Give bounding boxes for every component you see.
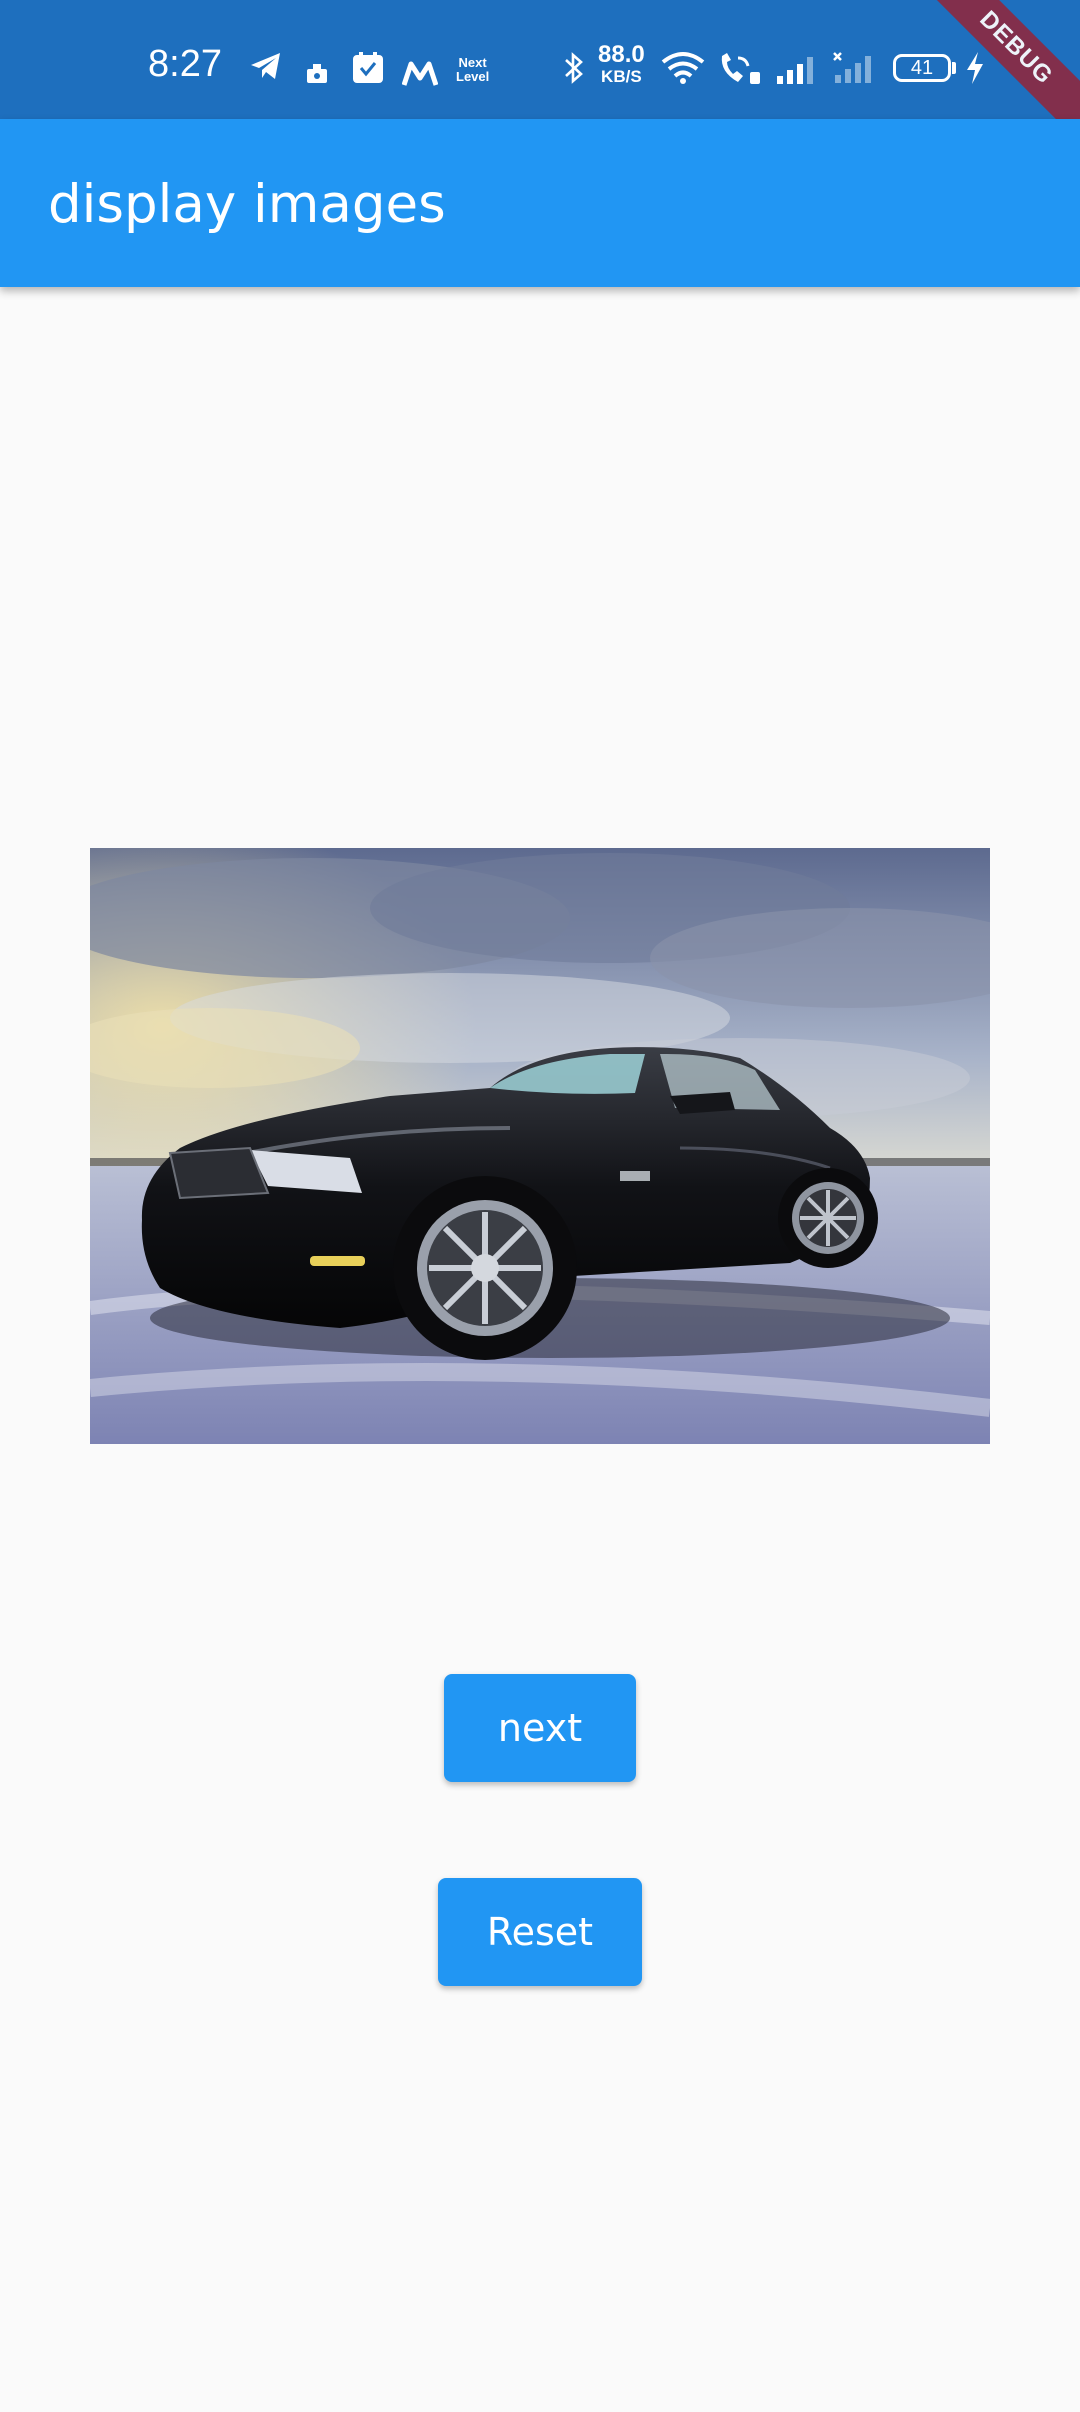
reset-button[interactable]: Reset [438, 1878, 642, 1986]
wifi-calling-icon [721, 53, 760, 84]
next-level-label: Next Level [456, 56, 489, 84]
status-bar: 8:27 Next Level 88.0 KB/S 41 [0, 0, 1080, 119]
next-level-line1: Next [458, 55, 487, 70]
app-icon [307, 64, 327, 83]
speed-unit: KB/S [601, 67, 642, 86]
battery-tip [952, 62, 956, 74]
next-button[interactable]: next [444, 1674, 636, 1782]
signal-strength-icon [777, 57, 813, 84]
screen: 8:27 Next Level 88.0 KB/S 41 DEBUG displ… [0, 0, 1080, 2412]
network-speed: 88.0 KB/S [598, 41, 645, 88]
calendar-icon [353, 52, 383, 83]
bluetooth-icon [565, 52, 583, 84]
charging-icon [967, 52, 983, 84]
app-bar: display images [0, 119, 1080, 287]
next-level-line2: Level [456, 69, 490, 84]
m-app-icon [402, 61, 438, 86]
telegram-icon [251, 53, 280, 79]
status-time: 8:27 [148, 43, 222, 85]
signal-no-service-icon [833, 52, 871, 83]
battery-indicator: 41 [893, 54, 951, 82]
app-title: display images [48, 174, 446, 235]
wifi-icon [661, 52, 705, 84]
car-image [90, 848, 990, 1444]
speed-value: 88.0 [598, 41, 645, 68]
